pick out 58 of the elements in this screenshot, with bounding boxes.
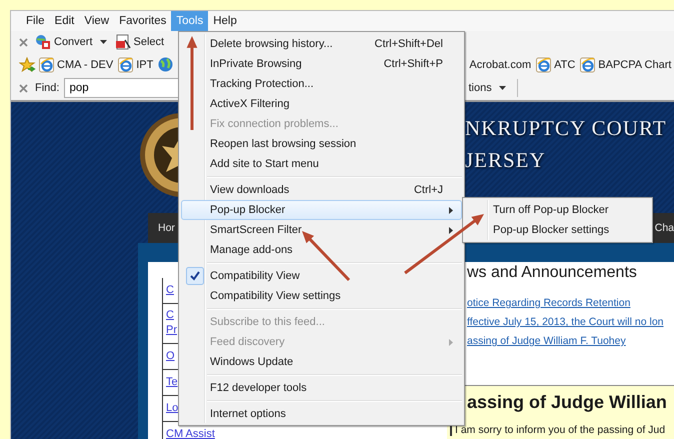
ie-icon [39, 56, 54, 72]
menu-item[interactable]: View [79, 11, 114, 31]
favorite-link[interactable]: CMA - DEV [57, 58, 114, 72]
site-title: NKRUPTCY COURT [465, 115, 667, 142]
menu-item[interactable]: Tracking Protection... [181, 74, 462, 94]
options-button[interactable]: tions [468, 79, 518, 97]
menu-item[interactable]: Edit [50, 11, 80, 31]
favorite-link[interactable]: ATC [554, 58, 576, 72]
news-link[interactable]: otice Regarding Records Retention [467, 294, 630, 313]
menu-item[interactable]: Manage add-ons [181, 240, 462, 260]
ie-icon [580, 56, 596, 72]
favorites-star-icon [19, 56, 36, 72]
ie-icon [118, 56, 134, 72]
menu-item[interactable]: ActiveX Filtering [181, 94, 462, 114]
select-button[interactable]: Select [134, 35, 164, 49]
news-link[interactable]: ffective July 15, 2013, the Court will no lon [467, 313, 664, 332]
globe-icon [158, 57, 174, 72]
feature-heading: assing of Judge Willian [467, 392, 668, 413]
convert-button[interactable]: Convert [54, 35, 93, 49]
menu-item[interactable]: Reopen last browsing session [181, 134, 462, 154]
menu-item[interactable]: Add site to Start menu [181, 154, 462, 174]
menu-item[interactable]: View downloads Ctrl+J [181, 180, 462, 200]
close-icon [19, 84, 28, 92]
pdf-select-icon [114, 34, 131, 50]
menu-item[interactable]: Pop-up Blocker settings [463, 220, 652, 240]
annotation-arrow [302, 231, 350, 282]
menu-item[interactable]: Compatibility View [181, 266, 462, 286]
menu-item[interactable]: Delete browsing history... Ctrl+Shift+Del [181, 34, 462, 54]
ie-icon [536, 56, 552, 72]
close-icon [19, 38, 28, 46]
caret-icon [498, 86, 506, 90]
site-title: JERSEY [465, 147, 547, 174]
menu-item[interactable]: Turn off Pop-up Blocker [463, 200, 652, 220]
favorite-link[interactable]: IPT [136, 58, 154, 72]
find-label: Find: [35, 81, 60, 95]
side-link[interactable]: Lo [166, 401, 178, 416]
nav-link[interactable]: Cha [654, 222, 674, 234]
side-link[interactable]: Te [166, 375, 178, 390]
menu-item[interactable]: SmartScreen Filter [181, 220, 462, 240]
side-link[interactable]: O [166, 349, 175, 364]
menu-item[interactable]: Internet options [181, 404, 462, 424]
menu-item[interactable]: File [21, 11, 50, 31]
news-link[interactable]: assing of Judge William F. Tuohey [467, 332, 626, 351]
menu-item[interactable]: Pop-up Blocker [181, 200, 462, 220]
menu-item[interactable]: Help [208, 11, 242, 31]
nav-link[interactable]: Hor [158, 222, 175, 234]
menu-item[interactable]: Windows Update [181, 352, 462, 372]
menu-item[interactable]: Favorites [114, 11, 172, 31]
section-heading: ws and Announcements [467, 264, 637, 283]
favorite-link[interactable]: Acrobat.com [469, 58, 532, 72]
favorite-link[interactable]: BAPCPA Chart [598, 58, 672, 72]
menu-item[interactable]: F12 developer tools [181, 378, 462, 398]
side-link[interactable]: CM Assist [166, 427, 215, 439]
side-link[interactable]: C [166, 283, 174, 298]
convert-icon [35, 34, 51, 50]
menu-item[interactable]: InPrivate Browsing Ctrl+Shift+P [181, 54, 462, 74]
side-link[interactable]: C Pr [166, 308, 177, 338]
menu-item[interactable]: Compatibility View settings [181, 286, 462, 306]
